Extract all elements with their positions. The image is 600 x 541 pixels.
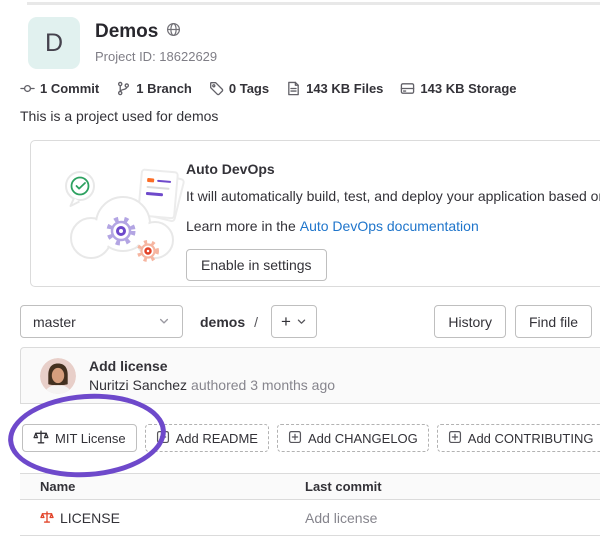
- add-file-dropdown-button[interactable]: +: [271, 305, 317, 338]
- commit-meta-line: Nuritzi Sanchezauthored 3 months ago: [89, 376, 335, 395]
- license-scale-icon: [40, 510, 54, 527]
- commit-icon: [20, 81, 35, 96]
- branch-selector[interactable]: master: [20, 305, 183, 338]
- last-commit-panel: Add license Nuritzi Sanchezauthored 3 mo…: [20, 347, 600, 404]
- stat-commits-label: 1 Commit: [40, 81, 99, 96]
- scale-icon: [33, 429, 49, 448]
- add-contributing-button[interactable]: Add CONTRIBUTING: [437, 424, 600, 452]
- tag-icon: [209, 81, 224, 96]
- plus-icon: +: [281, 312, 291, 332]
- stat-storage-label: 143 KB Storage: [420, 81, 516, 96]
- plus-square-icon: [448, 430, 462, 447]
- stat-tags[interactable]: 0 Tags: [209, 81, 269, 96]
- add-changelog-label: Add CHANGELOG: [308, 431, 418, 446]
- enable-in-settings-button[interactable]: Enable in settings: [186, 249, 327, 281]
- auto-devops-banner: Auto DevOps It will automatically build,…: [30, 140, 600, 287]
- file-name-link[interactable]: LICENSE: [40, 500, 120, 536]
- globe-icon: [166, 22, 181, 42]
- find-file-button[interactable]: Find file: [515, 305, 592, 338]
- commit-title-link[interactable]: Add license: [89, 357, 335, 376]
- add-readme-label: Add README: [176, 431, 258, 446]
- repo-toolbar: master demos / + History Find file: [20, 305, 592, 338]
- devops-title: Auto DevOps: [186, 161, 600, 177]
- file-icon: [286, 81, 301, 96]
- add-contributing-label: Add CONTRIBUTING: [468, 431, 594, 446]
- table-row[interactable]: LICENSE Add license: [20, 500, 600, 536]
- project-avatar: D: [28, 17, 80, 69]
- breadcrumb-project[interactable]: demos: [200, 314, 245, 330]
- storage-icon: [400, 81, 415, 96]
- commit-info: Add license Nuritzi Sanchezauthored 3 mo…: [89, 357, 335, 395]
- devops-doc-link[interactable]: Auto DevOps documentation: [300, 218, 479, 234]
- history-button[interactable]: History: [434, 305, 506, 338]
- file-tree-table: Name Last commit LICENSE Add license: [20, 473, 600, 536]
- column-header-last-commit: Last commit: [305, 474, 382, 500]
- file-template-actions: MIT License Add README Add CHANGELOG: [22, 424, 600, 452]
- breadcrumb-separator: /: [254, 314, 258, 330]
- author-avatar[interactable]: [40, 358, 76, 394]
- toolbar-right-group: History Find file: [434, 305, 592, 338]
- project-title-row: Demos: [95, 21, 181, 43]
- file-last-commit-link[interactable]: Add license: [305, 500, 377, 536]
- file-name-label: LICENSE: [60, 510, 120, 526]
- stat-storage[interactable]: 143 KB Storage: [400, 81, 516, 96]
- devops-illustration-icon: [61, 159, 191, 274]
- devops-body: It will automatically build, test, and d…: [186, 188, 600, 204]
- project-overview-page: D Demos Project ID: 18622629 1 Commit: [0, 0, 600, 541]
- branch-icon: [116, 81, 131, 96]
- commit-meta: authored 3 months ago: [191, 377, 335, 393]
- add-readme-button[interactable]: Add README: [145, 424, 269, 452]
- plus-square-icon: [288, 430, 302, 447]
- branch-selector-value: master: [33, 314, 76, 330]
- devops-text-block: Auto DevOps It will automatically build,…: [186, 161, 600, 281]
- commit-author-link[interactable]: Nuritzi Sanchez: [89, 377, 187, 393]
- project-stats: 1 Commit 1 Branch 0 Tags: [20, 81, 517, 96]
- stat-files-label: 143 KB Files: [306, 81, 383, 96]
- table-header: Name Last commit: [20, 473, 600, 500]
- page-title: Demos: [95, 21, 158, 43]
- add-changelog-button[interactable]: Add CHANGELOG: [277, 424, 429, 452]
- chevron-down-icon: [296, 312, 307, 332]
- column-header-name: Name: [40, 474, 75, 500]
- stat-branches-label: 1 Branch: [136, 81, 192, 96]
- plus-square-icon: [156, 430, 170, 447]
- chevron-down-icon: [158, 314, 170, 330]
- mit-license-label: MIT License: [55, 431, 126, 446]
- stat-commits[interactable]: 1 Commit: [20, 81, 99, 96]
- devops-learn-more: Learn more in theAuto DevOps documentati…: [186, 218, 600, 234]
- mit-license-button[interactable]: MIT License: [22, 424, 137, 452]
- stat-branches[interactable]: 1 Branch: [116, 81, 192, 96]
- top-divider: [27, 2, 600, 5]
- project-description: This is a project used for demos: [20, 108, 218, 124]
- devops-learn-prefix: Learn more in the: [186, 218, 296, 234]
- stat-tags-label: 0 Tags: [229, 81, 269, 96]
- project-id: Project ID: 18622629: [95, 49, 217, 64]
- stat-files[interactable]: 143 KB Files: [286, 81, 383, 96]
